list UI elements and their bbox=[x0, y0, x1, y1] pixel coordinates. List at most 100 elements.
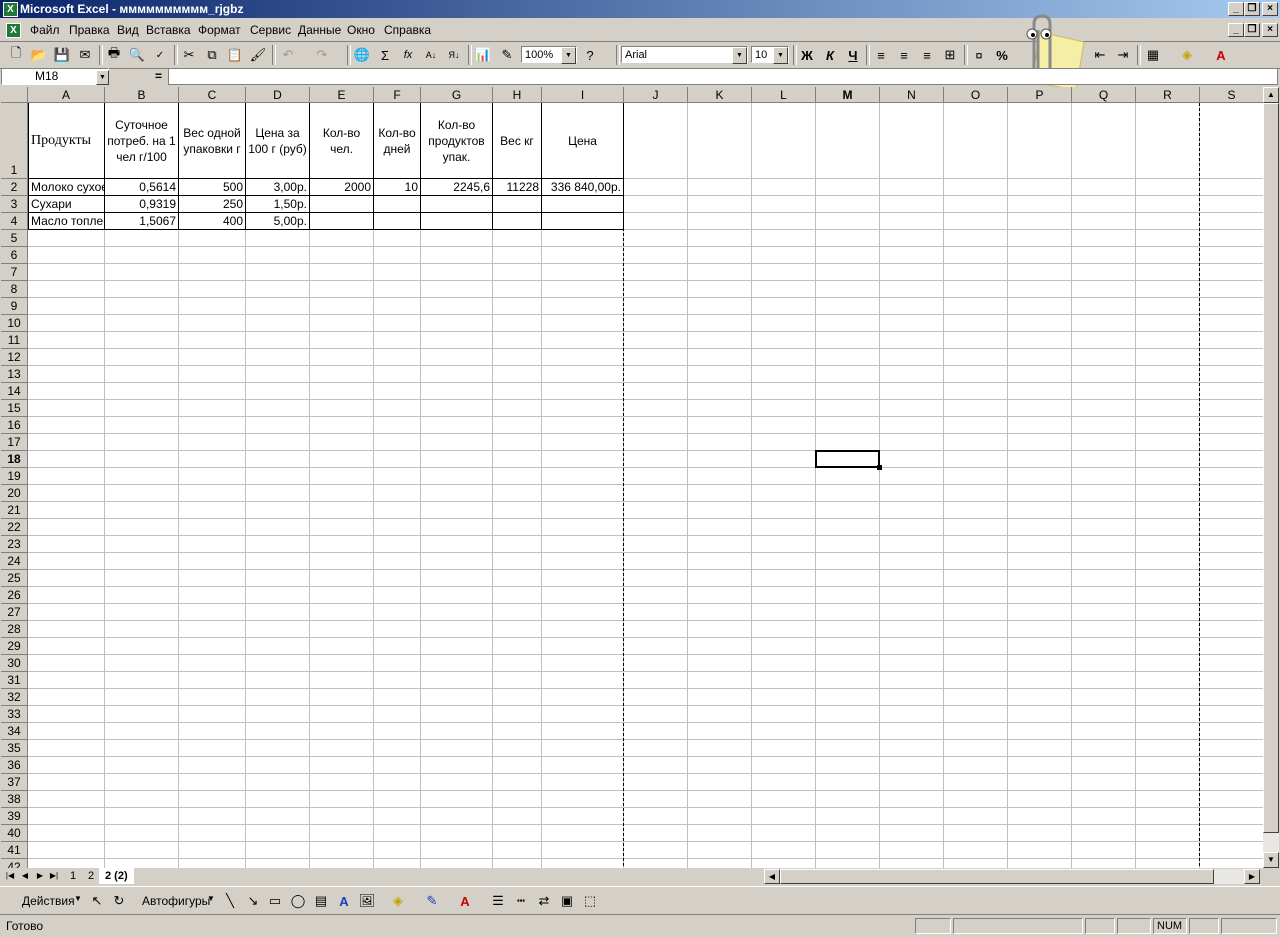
cell-a14[interactable] bbox=[28, 383, 105, 400]
cell-p16[interactable] bbox=[1008, 417, 1072, 434]
cell-q25[interactable] bbox=[1072, 570, 1136, 587]
cell-q40[interactable] bbox=[1072, 825, 1136, 842]
cell-s41[interactable] bbox=[1200, 842, 1263, 859]
menu-file[interactable]: Файл bbox=[30, 23, 60, 37]
zoom-combo[interactable]: 100% ▼ bbox=[521, 46, 577, 64]
row-header-18[interactable]: 18 bbox=[1, 451, 28, 468]
cell-i19[interactable] bbox=[542, 468, 624, 485]
free-rotate-icon[interactable]: ↻ bbox=[109, 891, 129, 911]
cell-p30[interactable] bbox=[1008, 655, 1072, 672]
cell-m8[interactable] bbox=[816, 281, 880, 298]
cell-o23[interactable] bbox=[944, 536, 1008, 553]
cell-d13[interactable] bbox=[246, 366, 310, 383]
cell-f18[interactable] bbox=[374, 451, 421, 468]
cell-g20[interactable] bbox=[421, 485, 493, 502]
cell-s3[interactable] bbox=[1200, 196, 1263, 213]
cell-s26[interactable] bbox=[1200, 587, 1263, 604]
font-size-combo[interactable]: 10 ▼ bbox=[751, 46, 789, 64]
cell-h15[interactable] bbox=[493, 400, 542, 417]
cell-f29[interactable] bbox=[374, 638, 421, 655]
cell-l31[interactable] bbox=[752, 672, 816, 689]
cell-n19[interactable] bbox=[880, 468, 944, 485]
row-header-24[interactable]: 24 bbox=[1, 553, 28, 570]
cell-d8[interactable] bbox=[246, 281, 310, 298]
cell-f16[interactable] bbox=[374, 417, 421, 434]
row-header-3[interactable]: 3 bbox=[1, 196, 28, 213]
cell-r3[interactable] bbox=[1136, 196, 1200, 213]
cell-j30[interactable] bbox=[624, 655, 688, 672]
cell-d6[interactable] bbox=[246, 247, 310, 264]
cell-h28[interactable] bbox=[493, 621, 542, 638]
row-header-35[interactable]: 35 bbox=[1, 740, 28, 757]
cell-a1[interactable]: Продукты bbox=[28, 103, 105, 179]
cell-o17[interactable] bbox=[944, 434, 1008, 451]
cell-h39[interactable] bbox=[493, 808, 542, 825]
cell-b41[interactable] bbox=[105, 842, 179, 859]
cell-i2[interactable]: 336 840,00р. bbox=[542, 179, 624, 196]
row-header-41[interactable]: 41 bbox=[1, 842, 28, 859]
cell-o13[interactable] bbox=[944, 366, 1008, 383]
cell-o33[interactable] bbox=[944, 706, 1008, 723]
cell-q24[interactable] bbox=[1072, 553, 1136, 570]
cell-j13[interactable] bbox=[624, 366, 688, 383]
cell-c34[interactable] bbox=[179, 723, 246, 740]
align-right-icon[interactable]: ≡ bbox=[917, 45, 937, 65]
cell-o35[interactable] bbox=[944, 740, 1008, 757]
row-header-14[interactable]: 14 bbox=[1, 383, 28, 400]
cell-b9[interactable] bbox=[105, 298, 179, 315]
cell-h40[interactable] bbox=[493, 825, 542, 842]
cell-f20[interactable] bbox=[374, 485, 421, 502]
cell-m35[interactable] bbox=[816, 740, 880, 757]
cell-h29[interactable] bbox=[493, 638, 542, 655]
cell-s29[interactable] bbox=[1200, 638, 1263, 655]
cell-n3[interactable] bbox=[880, 196, 944, 213]
cell-j29[interactable] bbox=[624, 638, 688, 655]
cell-f36[interactable] bbox=[374, 757, 421, 774]
cell-b1[interactable]: Суточное потреб. на 1 чел г/100 bbox=[105, 103, 179, 179]
cell-n6[interactable] bbox=[880, 247, 944, 264]
cell-n1[interactable] bbox=[880, 103, 944, 179]
cell-o21[interactable] bbox=[944, 502, 1008, 519]
cell-a29[interactable] bbox=[28, 638, 105, 655]
bold-button[interactable]: Ж bbox=[797, 45, 817, 65]
column-header-h[interactable]: H bbox=[493, 87, 542, 103]
new-icon[interactable]: 🗋 bbox=[6, 45, 26, 65]
autosum-icon[interactable]: Σ bbox=[375, 45, 395, 65]
cell-g12[interactable] bbox=[421, 349, 493, 366]
cell-h27[interactable] bbox=[493, 604, 542, 621]
cell-p3[interactable] bbox=[1008, 196, 1072, 213]
cell-r4[interactable] bbox=[1136, 213, 1200, 230]
cell-h6[interactable] bbox=[493, 247, 542, 264]
cell-n34[interactable] bbox=[880, 723, 944, 740]
cell-r2[interactable] bbox=[1136, 179, 1200, 196]
cell-b14[interactable] bbox=[105, 383, 179, 400]
cell-o11[interactable] bbox=[944, 332, 1008, 349]
cell-n39[interactable] bbox=[880, 808, 944, 825]
column-header-f[interactable]: F bbox=[374, 87, 421, 103]
cell-p27[interactable] bbox=[1008, 604, 1072, 621]
cell-k30[interactable] bbox=[688, 655, 752, 672]
cell-e7[interactable] bbox=[310, 264, 374, 281]
cell-m9[interactable] bbox=[816, 298, 880, 315]
cell-o5[interactable] bbox=[944, 230, 1008, 247]
cell-b11[interactable] bbox=[105, 332, 179, 349]
cell-d36[interactable] bbox=[246, 757, 310, 774]
cell-n35[interactable] bbox=[880, 740, 944, 757]
cell-l5[interactable] bbox=[752, 230, 816, 247]
cell-r30[interactable] bbox=[1136, 655, 1200, 672]
cell-p8[interactable] bbox=[1008, 281, 1072, 298]
cell-e39[interactable] bbox=[310, 808, 374, 825]
row-header-29[interactable]: 29 bbox=[1, 638, 28, 655]
cell-s28[interactable] bbox=[1200, 621, 1263, 638]
cell-l18[interactable] bbox=[752, 451, 816, 468]
3d-icon[interactable]: ⬚ bbox=[580, 891, 600, 911]
cell-h17[interactable] bbox=[493, 434, 542, 451]
align-center-icon[interactable]: ≡ bbox=[894, 45, 914, 65]
cell-i35[interactable] bbox=[542, 740, 624, 757]
cell-g9[interactable] bbox=[421, 298, 493, 315]
row-header-30[interactable]: 30 bbox=[1, 655, 28, 672]
cell-q38[interactable] bbox=[1072, 791, 1136, 808]
cell-m34[interactable] bbox=[816, 723, 880, 740]
cell-l32[interactable] bbox=[752, 689, 816, 706]
cell-r20[interactable] bbox=[1136, 485, 1200, 502]
